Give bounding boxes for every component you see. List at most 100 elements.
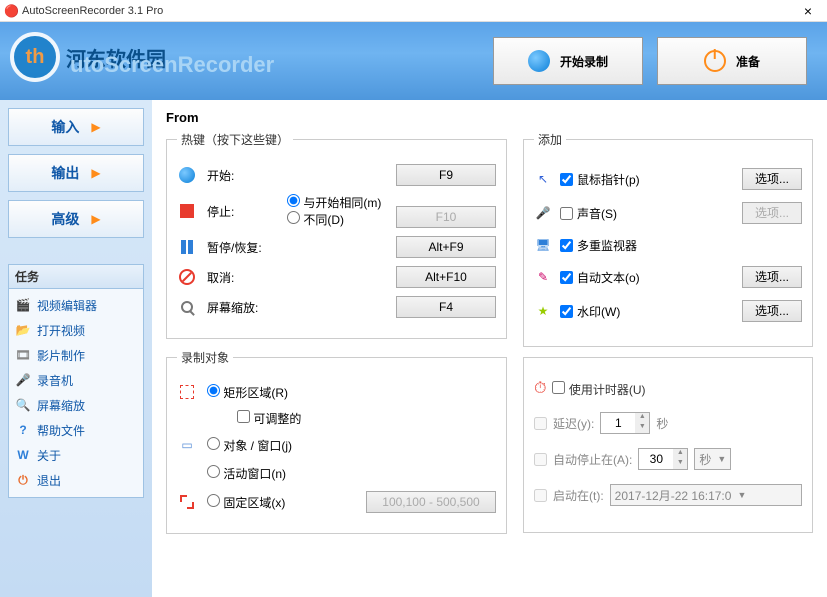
task-icon: W <box>15 448 31 464</box>
start-icon <box>177 165 197 185</box>
rect-icon <box>177 382 197 402</box>
stop-label: 停止: <box>207 203 277 220</box>
autotext-icon: ✎ <box>534 268 552 286</box>
watermark-checkbox[interactable]: 水印(W) <box>560 303 734 320</box>
power-icon <box>704 50 726 72</box>
obj-radio[interactable]: 对象 / 窗口(j) <box>207 437 292 454</box>
pause-key-button[interactable]: Alt+F9 <box>396 236 496 258</box>
task-label: 关于 <box>37 447 61 464</box>
record-icon <box>528 50 550 72</box>
ready-button[interactable]: 准备 <box>657 37 807 85</box>
section-title: From <box>166 104 813 131</box>
clock-icon: ⏱ <box>534 380 546 398</box>
zoom-key-button[interactable]: F4 <box>396 296 496 318</box>
zoom-label: 屏幕缩放: <box>207 299 277 316</box>
sound-checkbox[interactable]: 声音(S) <box>560 205 734 222</box>
task-item-1[interactable]: 📂 打开视频 <box>13 318 139 343</box>
tasks-panel: 任务 🎬 视频编辑器 📂 打开视频 🎞影片制作 🎤 录音机 🔍 屏幕缩放? 帮助文件 W 关于 ⏻退出 <box>8 264 144 498</box>
ready-label: 准备 <box>736 53 760 70</box>
fixed-coords-button[interactable]: 100,100 - 500,500 <box>366 491 496 513</box>
target-group: 录制对象 矩形区域(R) 可调整的 ▭ 对象 / 窗口(j) 活动 <box>166 349 507 534</box>
titlebar: 🔴 AutoScreenRecorder 3.1 Pro × <box>0 0 827 22</box>
add-legend: 添加 <box>534 131 566 148</box>
hotkeys-legend: 热键（按下这些键） <box>177 131 293 148</box>
task-icon: 🎤 <box>15 373 31 389</box>
rect-radio[interactable]: 矩形区域(R) <box>207 384 288 401</box>
delay-checkbox <box>534 417 547 430</box>
nav-output[interactable]: 输出▶ <box>8 154 144 192</box>
starton-label: 启动在(t): <box>553 487 604 504</box>
task-label: 影片制作 <box>37 347 85 364</box>
tasks-header: 任务 <box>9 265 143 289</box>
task-item-7[interactable]: ⏻退出 <box>13 468 139 493</box>
task-icon: ? <box>15 423 31 439</box>
task-item-3[interactable]: 🎤 录音机 <box>13 368 139 393</box>
autostop-spinner[interactable]: ▲▼ <box>638 448 688 470</box>
task-label: 视频编辑器 <box>37 297 97 314</box>
app-icon: 🔴 <box>4 4 18 18</box>
start-key-button[interactable]: F9 <box>396 164 496 186</box>
adjustable-checkbox[interactable]: 可调整的 <box>237 410 301 427</box>
close-icon[interactable]: × <box>793 3 823 19</box>
watermark-options-button[interactable]: 选项... <box>742 300 802 322</box>
nav-advanced[interactable]: 高级▶ <box>8 200 144 238</box>
timer-group: ⏱ 使用计时器(U) 延迟(y): ▲▼ 秒 自动停止在(A): ▲▼ 秒▼ <box>523 357 813 533</box>
start-record-button[interactable]: 开始录制 <box>493 37 643 85</box>
brand-text: utoScreenRecorder <box>70 52 274 78</box>
monitor-icon: 🖥 <box>534 236 552 254</box>
pointer-icon: ↖ <box>534 170 552 188</box>
chevron-right-icon: ▶ <box>91 120 100 134</box>
chevron-right-icon: ▶ <box>91 212 100 226</box>
pointer-options-button[interactable]: 选项... <box>742 168 802 190</box>
hotkeys-group: 热键（按下这些键） 开始: F9 停止: 与开始相同(m) 不同(D) F <box>166 131 507 339</box>
start-label: 开始录制 <box>560 53 608 70</box>
target-legend: 录制对象 <box>177 349 233 366</box>
fixed-radio[interactable]: 固定区域(x) <box>207 494 285 511</box>
task-item-4[interactable]: 🔍 屏幕缩放 <box>13 393 139 418</box>
sidebar: 输入▶ 输出▶ 高级▶ 任务 🎬 视频编辑器 📂 打开视频 🎞影片制作 🎤 录音机 🔍 屏幕缩放… <box>0 100 152 597</box>
task-item-6[interactable]: W 关于 <box>13 443 139 468</box>
pointer-checkbox[interactable]: 鼠标指针(p) <box>560 171 734 188</box>
task-icon: ⏻ <box>15 473 31 489</box>
cancel-icon <box>177 267 197 287</box>
delay-spinner[interactable]: ▲▼ <box>600 412 650 434</box>
chevron-right-icon: ▶ <box>91 166 100 180</box>
mic-icon: 🎤 <box>534 204 552 222</box>
task-icon: 🔍 <box>15 398 31 414</box>
star-icon: ★ <box>534 302 552 320</box>
header: th 河东软件园 utoScreenRecorder 开始录制 准备 <box>0 22 827 100</box>
task-label: 帮助文件 <box>37 422 85 439</box>
autotext-checkbox[interactable]: 自动文本(o) <box>560 269 734 286</box>
window-title: AutoScreenRecorder 3.1 Pro <box>22 5 793 17</box>
autostop-unit-combo[interactable]: 秒▼ <box>694 448 731 470</box>
delay-label: 延迟(y): <box>553 415 594 432</box>
zoom-icon <box>177 297 197 317</box>
logo-icon: th <box>10 32 60 82</box>
task-label: 打开视频 <box>37 322 85 339</box>
window-icon: ▭ <box>177 435 197 455</box>
task-icon: 📂 <box>15 323 31 339</box>
nav-input[interactable]: 输入▶ <box>8 108 144 146</box>
task-item-5[interactable]: ? 帮助文件 <box>13 418 139 443</box>
multi-checkbox[interactable]: 多重监视器 <box>560 237 802 254</box>
cancel-label: 取消: <box>207 269 277 286</box>
task-icon: 🎬 <box>15 298 31 314</box>
main-panel: From 热键（按下这些键） 开始: F9 停止: 与开始相同(m) <box>152 100 827 597</box>
use-timer-checkbox[interactable]: 使用计时器(U) <box>552 381 645 398</box>
task-label: 屏幕缩放 <box>37 397 85 414</box>
stop-diff-radio[interactable]: 不同(D) <box>287 213 344 227</box>
pause-icon <box>177 237 197 257</box>
starton-combo[interactable]: 2017-12月-22 16:17:0▼ <box>610 484 802 506</box>
task-label: 录音机 <box>37 372 73 389</box>
start-label: 开始: <box>207 167 277 184</box>
cancel-key-button[interactable]: Alt+F10 <box>396 266 496 288</box>
stop-icon <box>177 201 197 221</box>
stop-same-radio[interactable]: 与开始相同(m) <box>287 196 381 210</box>
task-item-0[interactable]: 🎬 视频编辑器 <box>13 293 139 318</box>
active-radio[interactable]: 活动窗口(n) <box>207 465 286 482</box>
autotext-options-button[interactable]: 选项... <box>742 266 802 288</box>
stop-key-button[interactable]: F10 <box>396 206 496 228</box>
task-item-2[interactable]: 🎞影片制作 <box>13 343 139 368</box>
starton-checkbox <box>534 489 547 502</box>
pause-label: 暂停/恢复: <box>207 239 277 256</box>
